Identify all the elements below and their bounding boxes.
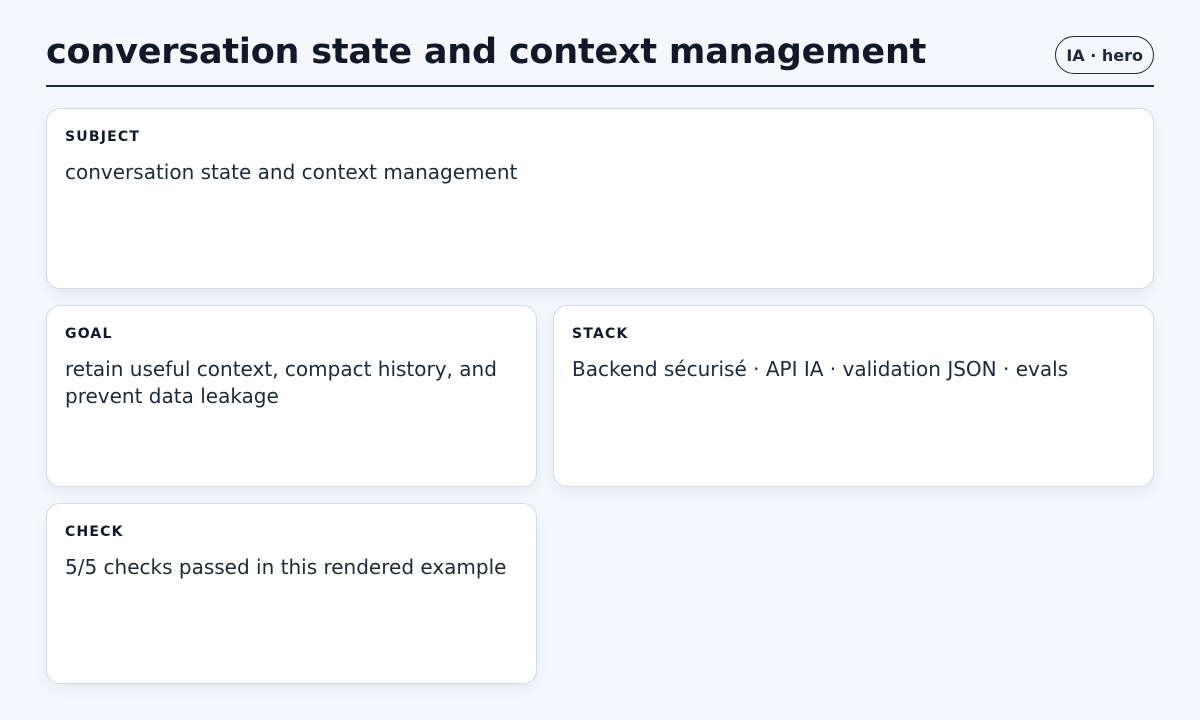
goal-card: GOAL retain useful context, compact hist… [46, 305, 537, 487]
page-title: conversation state and context managemen… [46, 32, 927, 72]
check-label: CHECK [65, 524, 124, 540]
subject-label: SUBJECT [65, 129, 141, 145]
goal-value: retain useful context, compact history, … [65, 357, 497, 408]
subject-value: conversation state and context managemen… [65, 160, 518, 184]
category-badge: IA · hero [1055, 36, 1154, 74]
check-value: 5/5 checks passed in this rendered examp… [65, 555, 507, 579]
goal-label: GOAL [65, 326, 113, 342]
stack-label: STACK [572, 326, 629, 342]
subject-card: SUBJECT conversation state and context m… [46, 108, 1154, 289]
check-card: CHECK 5/5 checks passed in this rendered… [46, 503, 537, 684]
stack-card: STACK Backend sécurisé · API IA · valida… [553, 305, 1154, 487]
page-header: conversation state and context managemen… [46, 26, 1154, 87]
stack-value: Backend sécurisé · API IA · validation J… [572, 357, 1069, 381]
